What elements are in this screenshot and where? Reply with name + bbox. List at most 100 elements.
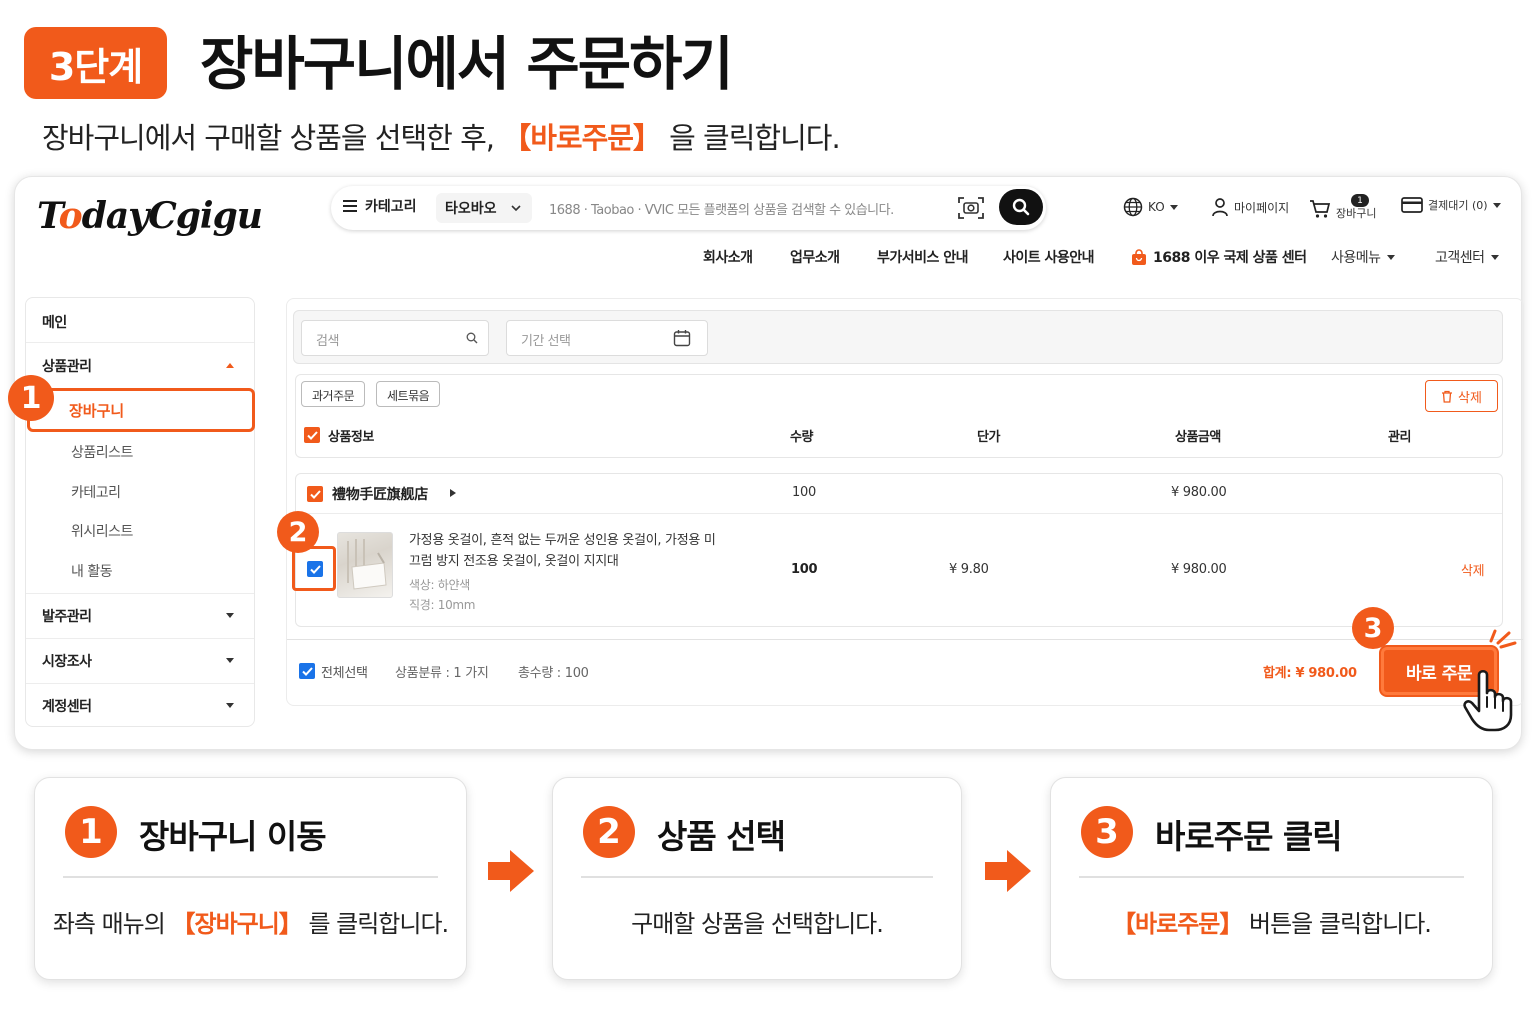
product-thumbnail[interactable] [337,532,393,598]
footer-select-all-checkbox[interactable] [299,663,315,679]
delete-selected-label: 삭제 [1458,390,1482,406]
site-logo[interactable]: TodayCgigu [37,195,263,237]
sidebar-item-market-research[interactable]: 시장조사 [42,651,92,671]
item-quantity[interactable]: 100 [791,562,818,577]
step-card-number: 3 [1081,806,1133,858]
item-delete-link[interactable]: 삭제 [1461,560,1485,579]
image-search-icon[interactable] [957,195,985,221]
cart-search-input[interactable]: 검색 [301,320,489,356]
caret-up-icon [226,363,234,368]
global-search-bar: 카테고리 타오바오 1688 · Taobao · VVIC 모든 플랫폼의 상… [331,186,1046,230]
sidebar-item-product-mgmt[interactable]: 상품관리 [42,356,92,376]
caret-down-icon [226,658,234,663]
desc-highlight: 【장바구니】 [171,910,302,938]
sidebar-item-activity[interactable]: 내 활동 [71,561,113,581]
step-card-title: 장바구니 이동 [139,817,327,856]
mypage-link[interactable]: 마이페이지 [1211,197,1289,217]
subtitle-pre: 장바구니에서 구매할 상품을 선택한 후, [42,121,503,155]
item-unit-price: ¥ 9.80 [949,562,989,577]
pending-payment-link[interactable]: 결제대기 (0) [1401,197,1501,213]
set-bundle-button[interactable]: 세트묶음 [376,381,441,407]
caret-right-icon [450,489,456,497]
platform-selected: 타오바오 [445,201,497,217]
shop-name[interactable]: 禮物手匠旗舰店 [332,484,428,504]
language-select[interactable]: KO [1123,197,1178,217]
date-range-placeholder: 기간 선택 [521,334,571,349]
nav-business[interactable]: 업무소개 [790,247,840,267]
nav-company[interactable]: 회사소개 [703,247,753,267]
card-icon [1401,197,1423,213]
shop-quantity: 100 [792,485,816,500]
item-amount: ¥ 980.00 [1171,562,1227,577]
step-marker-1: 1 [8,375,54,421]
item-checkbox[interactable] [307,561,323,577]
nav-guide[interactable]: 사이트 사용안내 [1003,247,1095,267]
nav-support[interactable]: 고객센터 [1435,247,1499,267]
pending-payment-label: 결제대기 (0) [1428,199,1488,212]
caret-down-icon [226,613,234,618]
table-header-box [295,374,1503,458]
footer-total-price: 합계: ¥ 980.00 [1263,666,1357,681]
globe-icon [1123,197,1143,217]
footer-select-all-label[interactable]: 전체선택 [321,662,368,681]
trash-icon [1442,390,1453,403]
sidebar-item-category[interactable]: 카테고리 [71,482,121,502]
desc-pre: 좌측 매뉴의 [52,910,172,938]
page-title: 장바구니에서 주문하기 [200,30,734,98]
nav-user-menu[interactable]: 사용메뉴 [1331,247,1395,267]
subtitle-highlight: 【바로주문】 [502,121,662,155]
item-title-line1[interactable]: 가정용 옷걸이, 흔적 없는 두꺼운 성인용 옷걸이, 가정용 미 [409,529,716,548]
caret-down-icon [226,703,234,708]
divider [581,876,933,878]
divider [26,593,254,594]
search-button[interactable] [999,189,1043,225]
desc-post: 버튼을 클릭합니다. [1242,910,1432,938]
arrow-right-icon [488,850,534,892]
sidebar-item-account-center[interactable]: 계정센터 [42,696,92,716]
column-quantity: 수량 [790,430,813,445]
cart-count-badge: 1 [1351,194,1369,207]
caret-down-icon [1490,254,1499,260]
category-menu-button[interactable]: 카테고리 [343,196,417,216]
sidebar-item-cart[interactable] [27,388,255,432]
step-marker-3: 3 [1352,607,1394,649]
arrow-right-icon [985,850,1031,892]
sidebar: 메인 상품관리 상품리스트 카테고리 위시리스트 내 활동 발주관리 시장조사 … [25,297,255,727]
global-search-input[interactable]: 1688 · Taobao · VVIC 모든 플랫폼의 상품을 검색할 수 있… [549,199,894,218]
step-card-1: 1 장바구니 이동 좌측 매뉴의 【장바구니】 를 클릭합니다. [34,777,467,980]
date-range-input[interactable]: 기간 선택 [506,320,708,356]
step-card-title: 바로주문 클릭 [1155,817,1343,856]
language-label: KO [1148,200,1165,214]
step-badge: 3단계 [24,27,167,99]
caret-down-icon [1386,254,1395,260]
past-orders-button[interactable]: 과거주문 [301,381,366,407]
search-icon [1012,198,1030,216]
nav-yiwu-center[interactable]: 1688 이우 국제 상품 센터 [1131,247,1307,267]
item-title-line2[interactable]: 끄럼 방지 전조용 옷걸이, 옷걸이 지지대 [409,550,619,569]
column-manage: 관리 [1388,430,1411,445]
sidebar-item-wishlist[interactable]: 위시리스트 [71,521,133,541]
check-icon [309,489,321,499]
item-option-color: 색상: 하얀색 [409,578,470,592]
sidebar-item-main[interactable]: 메인 [42,312,67,332]
platform-select[interactable]: 타오바오 [436,193,532,223]
column-unit-price: 단가 [977,430,1000,445]
desc-pre: 구매할 상품을 선택합니다. [631,910,884,938]
sidebar-item-order-mgmt[interactable]: 발주관리 [42,606,92,626]
sidebar-item-product-list[interactable]: 상품리스트 [71,442,133,462]
footer-category-count: 상품분류 : 1 가지 [395,666,489,681]
nav-services[interactable]: 부가서비스 안내 [877,247,969,267]
category-label: 카테고리 [365,199,417,215]
nav-user-menu-label: 사용메뉴 [1331,250,1381,266]
mypage-label: 마이페이지 [1234,200,1290,215]
app-screenshot: TodayCgigu 카테고리 타오바오 1688 · Taobao · VVI… [8,176,1524,750]
divider [287,639,1523,640]
delete-selected-button[interactable]: 삭제 [1425,380,1498,412]
select-all-header-checkbox[interactable] [304,427,320,443]
subtitle-post: 을 클릭합니다. [660,121,841,155]
step-card-2: 2 상품 선택 구매할 상품을 선택합니다. [552,777,962,980]
logo-t: T [37,195,60,237]
shop-checkbox[interactable] [307,486,323,502]
desc-post: 를 클릭합니다. [301,910,449,938]
step-card-title: 상품 선택 [657,817,786,856]
